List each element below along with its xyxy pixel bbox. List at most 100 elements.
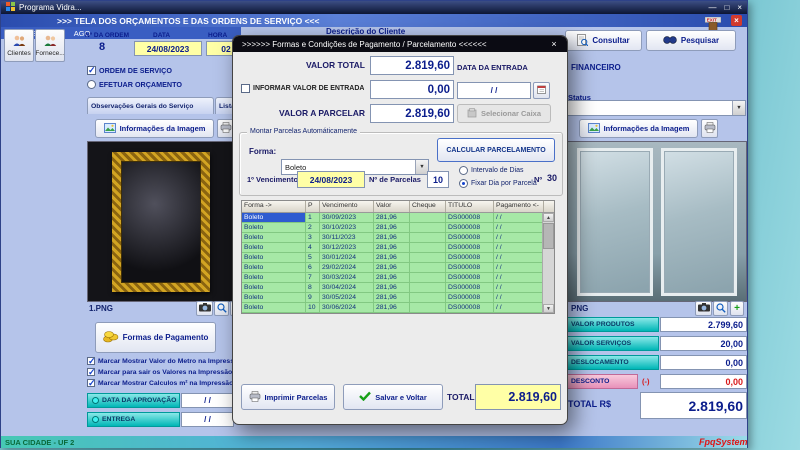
parcelas-field[interactable]: 10 <box>427 171 449 188</box>
grid-cell[interactable]: 281,96 <box>374 253 410 263</box>
grid-cell[interactable] <box>410 303 446 313</box>
grid-cell[interactable]: 10 <box>306 303 320 313</box>
grid-cell[interactable]: 29/02/2024 <box>320 263 374 273</box>
chevron-down-icon[interactable]: ▼ <box>732 101 745 115</box>
data-entrada-field[interactable]: / / <box>457 82 531 99</box>
grid-cell[interactable]: Boleto <box>242 223 306 233</box>
grid-cell[interactable]: 30/05/2024 <box>320 293 374 303</box>
parcela-row[interactable]: Boleto 5 30/01/2024 281,96 DS000008/ / <box>242 253 554 263</box>
grid-cell[interactable]: 30/06/2024 <box>320 303 374 313</box>
grid-header-cell[interactable]: TITULO <box>446 201 494 212</box>
grid-cell[interactable]: 30/12/2023 <box>320 243 374 253</box>
informar-entrada-checkbox[interactable]: INFORMAR VALOR DE ENTRADA <box>241 84 364 93</box>
parcela-row[interactable]: Boleto 4 30/12/2023 281,96 DS000008/ / <box>242 243 554 253</box>
close-button[interactable]: × <box>737 3 742 12</box>
grid-cell[interactable]: / / <box>494 293 544 303</box>
add-image-right-button[interactable]: + <box>730 301 744 316</box>
efetuar-orcamento-radio[interactable]: EFETUAR ORÇAMENTO <box>87 80 182 89</box>
grid-cell[interactable]: 30/11/2023 <box>320 233 374 243</box>
parcela-row[interactable]: Boleto 8 30/04/2024 281,96 DS000008/ / <box>242 283 554 293</box>
entrega-field[interactable]: / / <box>181 412 234 427</box>
grid-cell[interactable] <box>410 283 446 293</box>
salvar-voltar-button[interactable]: Salvar e Voltar <box>343 384 443 410</box>
zoom-right-button[interactable] <box>713 301 728 316</box>
grid-cell[interactable] <box>410 223 446 233</box>
scrollbar-thumb[interactable] <box>543 223 554 249</box>
formas-pagamento-button[interactable]: Formas de Pagamento <box>95 322 216 353</box>
grid-cell[interactable]: DS000008 <box>446 263 494 273</box>
pesquisar-button[interactable]: Pesquisar <box>646 30 736 51</box>
fixar-dia-radio[interactable]: Fixar Dia por Parcela <box>459 179 537 188</box>
grid-cell[interactable]: 6 <box>306 263 320 273</box>
grid-scrollbar[interactable]: ▲ ▼ <box>542 213 554 313</box>
grid-cell[interactable]: 281,96 <box>374 223 410 233</box>
check-valor-metro[interactable]: Marcar Mostrar Valor do Metro na Impress… <box>87 357 233 365</box>
grid-cell[interactable]: 7 <box>306 273 320 283</box>
check-calculos-m2[interactable]: Marcar Mostrar Calculos m² na Impressão <box>87 379 233 387</box>
parcela-row[interactable]: Boleto 7 30/03/2024 281,96 DS000008/ / <box>242 273 554 283</box>
valor-entrada-field[interactable]: 0,00 <box>370 80 454 99</box>
parcela-row[interactable]: Boleto 3 30/11/2023 281,96 DS000008/ / <box>242 233 554 243</box>
grid-cell[interactable]: / / <box>494 283 544 293</box>
grid-cell[interactable]: Boleto <box>242 243 306 253</box>
grid-cell[interactable]: DS000008 <box>446 213 494 223</box>
grid-cell[interactable]: Boleto <box>242 283 306 293</box>
grid-cell[interactable]: / / <box>494 233 544 243</box>
grid-header-cell[interactable]: Forma -> <box>242 201 306 212</box>
grid-cell[interactable]: 281,96 <box>374 233 410 243</box>
data-aprovacao-field[interactable]: / / <box>181 393 234 408</box>
grid-cell[interactable]: DS000008 <box>446 233 494 243</box>
grid-cell[interactable]: 281,96 <box>374 243 410 253</box>
grid-cell[interactable]: 281,96 <box>374 293 410 303</box>
print-right-button[interactable] <box>701 119 718 138</box>
parcela-row[interactable]: Boleto 1 30/09/2023 281,96 DS000008/ / <box>242 213 554 223</box>
dia-value[interactable]: 30 <box>547 173 557 183</box>
grid-cell[interactable]: Boleto <box>242 213 306 223</box>
grid-cell[interactable]: DS000008 <box>446 253 494 263</box>
grid-cell[interactable]: / / <box>494 263 544 273</box>
consultar-button[interactable]: Consultar <box>565 30 642 51</box>
grid-header-cell[interactable]: Valor <box>374 201 410 212</box>
grid-cell[interactable]: 30/04/2024 <box>320 283 374 293</box>
grid-cell[interactable]: DS000008 <box>446 243 494 253</box>
grid-cell[interactable]: / / <box>494 253 544 263</box>
grid-cell[interactable]: / / <box>494 223 544 233</box>
grid-cell[interactable]: Boleto <box>242 233 306 243</box>
grid-cell[interactable]: 2 <box>306 223 320 233</box>
parcela-row[interactable]: Boleto 9 30/05/2024 281,96 DS000008/ / <box>242 293 554 303</box>
grid-cell[interactable]: DS000008 <box>446 223 494 233</box>
parcela-row[interactable]: Boleto 6 29/02/2024 281,96 DS000008/ / <box>242 263 554 273</box>
camera-left-button[interactable] <box>196 301 213 316</box>
grid-header-cell[interactable]: Vencimento <box>320 201 374 212</box>
grid-cell[interactable]: Boleto <box>242 303 306 313</box>
parcela-row[interactable]: Boleto 10 30/06/2024 281,96 DS000008/ / <box>242 303 554 313</box>
camera-right-button[interactable] <box>695 301 712 316</box>
grid-cell[interactable]: Boleto <box>242 253 306 263</box>
grid-cell[interactable] <box>410 233 446 243</box>
data-field[interactable]: 24/08/2023 <box>134 41 202 56</box>
grid-cell[interactable]: 30/01/2024 <box>320 253 374 263</box>
tab-observacoes[interactable]: Observações Gerais do Serviço <box>87 97 214 114</box>
grid-cell[interactable]: DS000008 <box>446 283 494 293</box>
selecionar-caixa-button[interactable]: Selecionar Caixa <box>457 104 551 123</box>
clientes-button[interactable]: Clientes <box>4 29 34 62</box>
grid-cell[interactable]: DS000008 <box>446 273 494 283</box>
ordem-servico-checkbox[interactable]: ORDEM DE SERVIÇO <box>87 66 172 75</box>
scroll-down-icon[interactable]: ▼ <box>543 304 554 313</box>
grid-cell[interactable]: 281,96 <box>374 213 410 223</box>
grid-cell[interactable]: 30/09/2023 <box>320 213 374 223</box>
grid-cell[interactable]: Boleto <box>242 293 306 303</box>
grid-cell[interactable]: DS000008 <box>446 303 494 313</box>
grid-cell[interactable] <box>410 273 446 283</box>
grid-header-cell[interactable]: Pagamento <- <box>494 201 544 212</box>
financeiro-select[interactable]: ▼ <box>567 100 746 116</box>
minimize-button[interactable]: — <box>708 3 716 12</box>
grid-cell[interactable] <box>410 293 446 303</box>
intervalo-dias-radio[interactable]: Intervalo de Dias <box>459 166 524 175</box>
grid-cell[interactable]: / / <box>494 273 544 283</box>
maximize-button[interactable]: □ <box>724 3 729 12</box>
calcular-parcelamento-button[interactable]: CALCULAR PARCELAMENTO <box>437 138 555 162</box>
grid-cell[interactable]: 5 <box>306 253 320 263</box>
zoom-left-button[interactable] <box>214 301 229 316</box>
grid-cell[interactable]: 281,96 <box>374 263 410 273</box>
